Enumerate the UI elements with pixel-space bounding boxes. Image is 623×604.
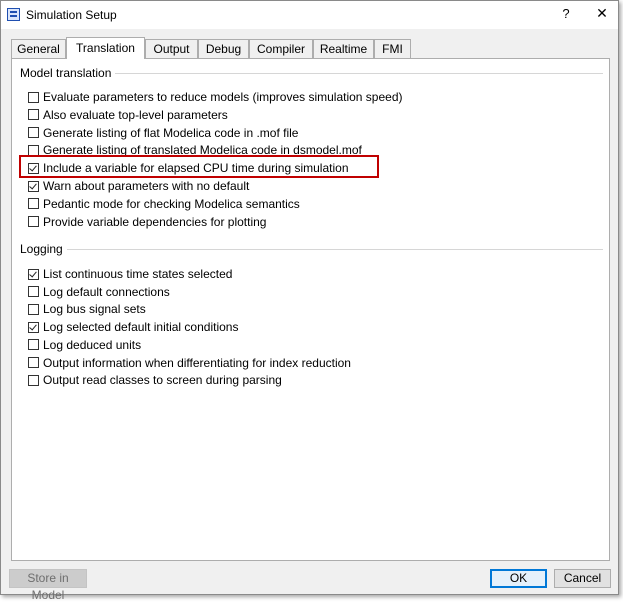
checkbox-label: List continuous time states selected: [43, 267, 233, 281]
checkbox-row[interactable]: Log deduced units: [28, 337, 141, 353]
checkbox-label: Output information when differentiating …: [43, 355, 351, 370]
checkbox-row[interactable]: Log default connections: [28, 284, 170, 300]
checkbox-label: Log bus signal sets: [43, 302, 146, 317]
checkbox-row[interactable]: Output information when differentiating …: [28, 355, 351, 371]
tab-compiler[interactable]: Compiler: [249, 39, 313, 58]
checkbox-row[interactable]: Also evaluate top-level parameters: [28, 107, 228, 123]
checkbox-label: Output read classes to screen during par…: [43, 373, 282, 388]
checkbox-row[interactable]: Pedantic mode for checking Modelica sema…: [28, 196, 300, 212]
tab-general[interactable]: General: [11, 39, 66, 58]
checkbox-label: Provide variable dependencies for plotti…: [43, 214, 267, 229]
checkbox-unchecked[interactable]: [28, 216, 39, 228]
checkbox-label: Log default connections: [43, 284, 170, 299]
checkbox-unchecked[interactable]: [28, 339, 39, 351]
tab-debug[interactable]: Debug: [198, 39, 249, 58]
group-title-logging: Logging: [20, 242, 67, 256]
checkbox-row[interactable]: Log selected default initial conditions: [28, 319, 238, 335]
checkbox-row[interactable]: Evaluate parameters to reduce models (im…: [28, 89, 403, 105]
tab-output[interactable]: Output: [145, 39, 198, 58]
checkbox-checked[interactable]: [28, 321, 39, 333]
checkbox-checked[interactable]: [28, 268, 39, 280]
checkbox-unchecked[interactable]: [28, 303, 39, 315]
checkbox-unchecked[interactable]: [28, 374, 39, 386]
checkbox-unchecked[interactable]: [28, 109, 39, 121]
window-title: Simulation Setup: [26, 8, 117, 22]
tab-realtime[interactable]: Realtime: [313, 39, 374, 58]
checkbox-label: Log selected default initial conditions: [43, 320, 239, 335]
checkbox-label: Evaluate parameters to reduce models (im…: [43, 90, 403, 104]
checkbox-unchecked[interactable]: [28, 198, 39, 210]
checkbox-row[interactable]: Generate listing of flat Modelica code i…: [28, 125, 298, 141]
close-icon[interactable]: ✕: [592, 5, 612, 25]
app-icon: [7, 8, 20, 21]
translation-panel: Model translation Evaluate parameters to…: [11, 58, 610, 561]
checkbox-checked[interactable]: [28, 180, 39, 192]
tab-fmi[interactable]: FMI: [374, 39, 411, 58]
checkbox-unchecked[interactable]: [28, 286, 39, 298]
title-bar: Simulation Setup ? ✕: [1, 1, 618, 29]
checkbox-row[interactable]: List continuous time states selected: [28, 266, 232, 282]
checkbox-label: Also evaluate top-level parameters: [43, 107, 228, 122]
help-button[interactable]: ?: [557, 6, 575, 24]
checkbox-row[interactable]: Warn about parameters with no default: [28, 178, 249, 194]
group-title-model-translation: Model translation: [20, 66, 116, 80]
checkbox-unchecked[interactable]: [28, 91, 39, 103]
ok-button[interactable]: OK: [490, 569, 547, 588]
checkbox-unchecked[interactable]: [28, 357, 39, 368]
checkbox-label: Log deduced units: [43, 337, 142, 352]
checkbox-unchecked[interactable]: [28, 127, 39, 139]
cancel-button[interactable]: Cancel: [554, 569, 611, 588]
checkbox-row[interactable]: Output read classes to screen during par…: [28, 372, 282, 388]
checkbox-label: Warn about parameters with no default: [43, 179, 250, 193]
group-divider: [20, 249, 603, 250]
checkbox-label: Generate listing of flat Modelica code i…: [43, 125, 299, 140]
checkbox-label: Pedantic mode for checking Modelica sema…: [43, 196, 300, 211]
highlight-annotation: [19, 155, 379, 178]
tab-translation[interactable]: Translation: [66, 37, 145, 59]
checkbox-row[interactable]: Log bus signal sets: [28, 301, 146, 317]
simulation-setup-dialog: Simulation Setup ? ✕ General Translation…: [0, 0, 619, 602]
checkbox-row[interactable]: Provide variable dependencies for plotti…: [28, 214, 266, 230]
store-in-model-button: Store in Model: [9, 569, 87, 602]
